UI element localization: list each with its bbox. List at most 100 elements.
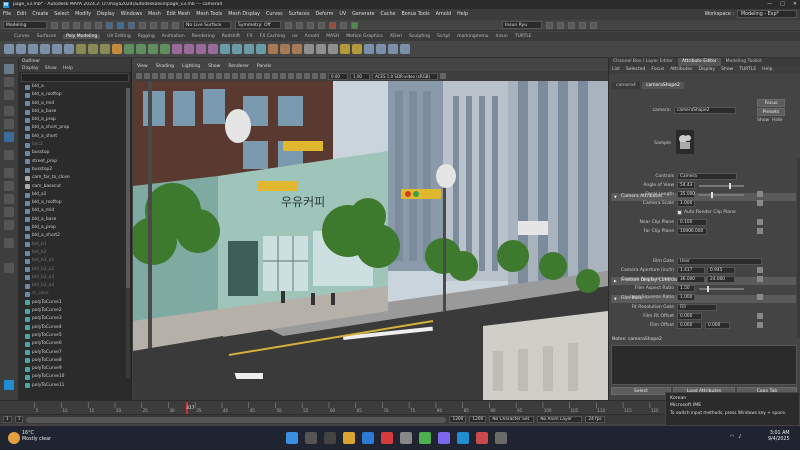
- render-settings-icon[interactable]: [318, 21, 325, 29]
- chrome-icon[interactable]: [419, 432, 431, 444]
- attribute-editor-icon[interactable]: [568, 21, 575, 29]
- menu-windows[interactable]: Windows: [121, 12, 142, 17]
- ae-menu-display[interactable]: Display: [698, 66, 715, 74]
- outliner-item[interactable]: polyToCurve10: [25, 373, 131, 381]
- file-explorer-icon[interactable]: [343, 432, 355, 444]
- viewport-menu-lighting[interactable]: Lighting: [182, 63, 200, 71]
- outliner-item[interactable]: street_prop: [25, 158, 131, 166]
- poly-cube-icon[interactable]: [16, 44, 26, 54]
- fps-dropdown[interactable]: 24 fps: [585, 416, 605, 423]
- grid-icon[interactable]: [176, 73, 182, 79]
- wireframe-icon[interactable]: [232, 73, 238, 79]
- character-set-dropdown[interactable]: No Character Set: [489, 416, 535, 423]
- poly-torus-icon[interactable]: [64, 44, 74, 54]
- lasso-tool-icon[interactable]: [4, 77, 14, 87]
- shelf-tab-ux[interactable]: ux: [292, 34, 298, 39]
- aperture-mm-x-field[interactable]: 36.000: [677, 276, 705, 283]
- ae-menu-selected[interactable]: Selected: [626, 66, 646, 74]
- shelf-tab-arnold[interactable]: Arnold: [305, 34, 320, 39]
- outliner-item[interactable]: bld_b2: [25, 249, 131, 257]
- four-view-layout-icon[interactable]: [4, 181, 14, 191]
- offset-edge-loop-icon[interactable]: [208, 44, 218, 54]
- ipr-render-icon[interactable]: [307, 21, 314, 29]
- hypershade-layout-icon[interactable]: [4, 220, 14, 230]
- smooth-icon[interactable]: [100, 44, 110, 54]
- anim-layer-dropdown[interactable]: No Anim Layer: [537, 416, 583, 423]
- delete-history-icon[interactable]: [292, 44, 302, 54]
- bridge-icon[interactable]: [136, 44, 146, 54]
- viewport-menu-panels[interactable]: Panels: [257, 63, 271, 71]
- start-icon[interactable]: [286, 432, 298, 444]
- instance-icon[interactable]: [400, 44, 410, 54]
- auto-render-clip-checkbox[interactable]: [677, 210, 682, 215]
- duplicate-special-icon[interactable]: [388, 44, 398, 54]
- node-tab-camerashape2[interactable]: cameraShape2: [641, 82, 684, 89]
- snap-surface-icon[interactable]: [172, 21, 179, 29]
- outliner-item[interactable]: bld_b1: [25, 241, 131, 249]
- menu-cache[interactable]: Cache: [381, 12, 396, 17]
- outliner-item[interactable]: polyToCurve8: [25, 357, 131, 365]
- menu-create[interactable]: Create: [32, 12, 48, 17]
- hypershade-icon[interactable]: [329, 21, 336, 29]
- tab-attribute-editor[interactable]: Attribute Editor: [677, 58, 721, 66]
- user-account-field[interactable]: Insun Ryu: [502, 21, 542, 29]
- safe-action-icon[interactable]: [216, 73, 222, 79]
- menu-mesh-display[interactable]: Mesh Display: [228, 12, 260, 17]
- maya-home-icon[interactable]: [4, 380, 14, 390]
- live-surface-field[interactable]: No Live Surface: [183, 21, 231, 29]
- gamma-field[interactable]: 1.00: [350, 72, 370, 80]
- focal-length-slider[interactable]: [699, 192, 744, 198]
- focus-button[interactable]: Focus: [757, 99, 785, 107]
- aperture-inch-map-icon[interactable]: [757, 267, 763, 273]
- shelf-tab-rigging[interactable]: Rigging: [138, 34, 155, 39]
- maximize-button[interactable]: □: [780, 1, 785, 7]
- perspective-viewport[interactable]: 우유커피: [133, 81, 608, 400]
- search-taskbar-icon[interactable]: [305, 432, 317, 444]
- outliner-item[interactable]: polyToCurve9: [25, 365, 131, 373]
- shelf-tab-curves[interactable]: Curves: [14, 34, 30, 39]
- default-material-icon[interactable]: [248, 73, 254, 79]
- shelf-tab-surfaces[interactable]: Surfaces: [37, 34, 57, 39]
- anti-aliasing-icon[interactable]: [304, 73, 310, 79]
- outliner-item[interactable]: bld_a_short_prop: [25, 124, 131, 132]
- image-plane-icon[interactable]: [168, 73, 174, 79]
- film-aspect-slider[interactable]: [699, 286, 744, 292]
- outliner-item[interactable]: bld_a1: [25, 191, 131, 199]
- merge-icon[interactable]: [160, 44, 170, 54]
- outliner-item[interactable]: bld_a_mid: [25, 100, 131, 108]
- extrude-icon[interactable]: [124, 44, 134, 54]
- photoshop-icon[interactable]: [476, 432, 488, 444]
- append-polygon-icon[interactable]: [232, 44, 242, 54]
- far-clip-map-icon[interactable]: [757, 228, 763, 234]
- shelf-tab-redshift[interactable]: Redshift: [222, 34, 240, 39]
- lens-squeeze-map-icon[interactable]: [757, 294, 763, 300]
- near-clip-field[interactable]: 0.100: [677, 219, 707, 226]
- menu-help[interactable]: Help: [457, 12, 468, 17]
- snap-point-icon[interactable]: [161, 21, 168, 29]
- shelf-tab-motion-graphics[interactable]: Motion Graphics: [346, 34, 383, 39]
- bookmarks-icon[interactable]: [160, 73, 166, 79]
- outliner-item[interactable]: bld_a_prop: [25, 224, 131, 232]
- outliner-item[interactable]: cam_far_to_close: [25, 174, 131, 182]
- menu-arnold[interactable]: Arnold: [436, 12, 452, 17]
- focal-length-map-icon[interactable]: [757, 191, 763, 197]
- menu-bonus-tools[interactable]: Bonus Tools: [401, 12, 429, 17]
- undo-icon[interactable]: [84, 21, 91, 29]
- outliner-item[interactable]: polyToCurve6: [25, 340, 131, 348]
- menu-generate[interactable]: Generate: [352, 12, 374, 17]
- outliner-item[interactable]: polyToCurve11: [25, 382, 131, 390]
- presets-button[interactable]: Presets: [757, 108, 785, 116]
- outliner-item[interactable]: polyToCurve3: [25, 315, 131, 323]
- select-object-icon[interactable]: [117, 21, 124, 29]
- viewport-menu-show[interactable]: Show: [208, 63, 220, 71]
- group-icon[interactable]: [340, 44, 350, 54]
- close-button[interactable]: ✕: [793, 1, 797, 7]
- smooth-shade-icon[interactable]: [240, 73, 246, 79]
- angle-of-view-slider[interactable]: [699, 183, 744, 189]
- show-button[interactable]: Show: [757, 118, 769, 123]
- outliner-item[interactable]: bld_a_rooftop: [25, 91, 131, 99]
- select-hierarchy-icon[interactable]: [106, 21, 113, 29]
- render-frame-icon[interactable]: [285, 21, 292, 29]
- menu-display[interactable]: Display: [97, 12, 115, 17]
- film-offset-y-field[interactable]: 0.000: [705, 322, 730, 329]
